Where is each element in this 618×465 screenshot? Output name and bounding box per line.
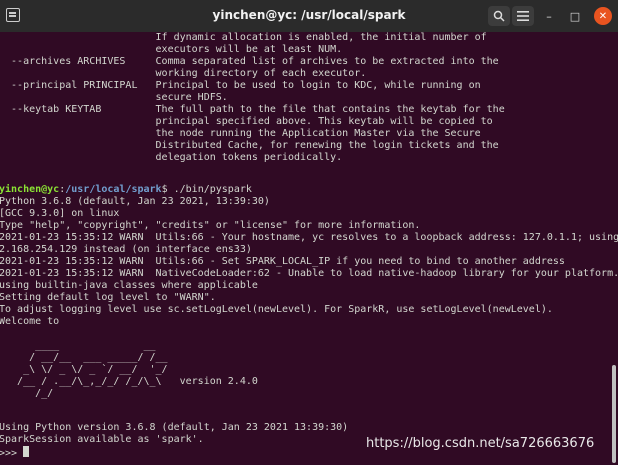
help-line: --principal PRINCIPAL Principal to be us… xyxy=(0,80,481,91)
minimize-icon: – xyxy=(546,9,552,23)
output-line: Python 3.6.8 (default, Jan 23 2021, 13:3… xyxy=(0,196,270,207)
text-cursor xyxy=(23,446,30,457)
output-line: Type "help", "copyright", "credits" or "… xyxy=(0,220,421,231)
help-line: working directory of each executor. xyxy=(0,68,367,79)
help-line: secure HDFS. xyxy=(0,92,228,103)
prompt-user-host: yinchen@yc xyxy=(0,184,60,195)
help-line: principal specified above. This keytab w… xyxy=(0,116,493,127)
spark-banner-line: / __/__ ___ _____/ /__ xyxy=(0,352,168,363)
prompt-path: /usr/local/spark xyxy=(65,184,162,195)
search-icon xyxy=(493,10,505,22)
maximize-icon: □ xyxy=(569,9,581,23)
output-line: Using Python version 3.6.8 (default, Jan… xyxy=(0,422,349,433)
scrollbar-thumb[interactable] xyxy=(612,365,616,463)
output-line: 2021-01-23 15:35:12 WARN Utils:66 - Your… xyxy=(0,232,618,243)
spark-banner-line: /__ / .__/\_,_/_/ /_/\_\ version 2.4.0 xyxy=(0,376,258,387)
minimize-button[interactable]: – xyxy=(540,7,558,25)
help-line: If dynamic allocation is enabled, the in… xyxy=(0,32,487,43)
help-line: delegation tokens periodically. xyxy=(0,152,343,163)
help-line: the node running the Application Master … xyxy=(0,128,481,139)
help-line: Distributed Cache, for renewing the logi… xyxy=(0,140,499,151)
menu-button[interactable] xyxy=(512,6,534,26)
output-line: Setting default log level to "WARN". xyxy=(0,292,216,303)
spark-banner-line: ____ __ xyxy=(0,340,156,351)
help-line: --archives ARCHIVES Comma separated list… xyxy=(0,56,499,67)
help-line: --keytab KEYTAB The full path to the fil… xyxy=(0,104,505,115)
close-icon: ✕ xyxy=(598,10,608,22)
output-line: To adjust logging level use sc.setLogLev… xyxy=(0,304,553,315)
output-line: 2021-01-23 15:35:12 WARN Utils:66 - Set … xyxy=(0,256,565,267)
terminal-output[interactable]: If dynamic allocation is enabled, the in… xyxy=(0,32,618,465)
output-line: 2021-01-23 15:35:12 WARN NativeCodeLoade… xyxy=(0,268,618,279)
prompt-command: ./bin/pyspark xyxy=(173,184,252,195)
shell-prompt-line: yinchen@yc:/usr/local/spark$ ./bin/pyspa… xyxy=(0,184,252,196)
output-line: 2.168.254.129 instead (on interface ens3… xyxy=(0,244,252,255)
repl-prompt-line[interactable]: >>> xyxy=(0,446,30,459)
close-button[interactable]: ✕ xyxy=(594,7,612,25)
output-line: SparkSession available as 'spark'. xyxy=(0,434,204,445)
watermark-url: https://blog.csdn.net/sa726663676 xyxy=(366,436,595,451)
hamburger-menu-icon xyxy=(517,11,529,21)
output-line: Welcome to xyxy=(0,316,60,327)
prompt-symbol: $ xyxy=(161,184,174,195)
help-line: executors will be at least NUM. xyxy=(0,44,343,55)
search-button[interactable] xyxy=(488,6,510,26)
spark-banner-line: /_/ xyxy=(0,388,54,399)
output-line: [GCC 9.3.0] on linux xyxy=(0,208,120,219)
maximize-button[interactable]: □ xyxy=(566,7,584,25)
window-titlebar: yinchen@yc: /usr/local/spark – □ ✕ xyxy=(0,0,618,32)
spark-banner-line: _\ \/ _ \/ _ `/ __/ '_/ xyxy=(0,364,168,375)
output-line: using builtin-java classes where applica… xyxy=(0,280,258,291)
repl-prompt: >>> xyxy=(0,448,24,459)
